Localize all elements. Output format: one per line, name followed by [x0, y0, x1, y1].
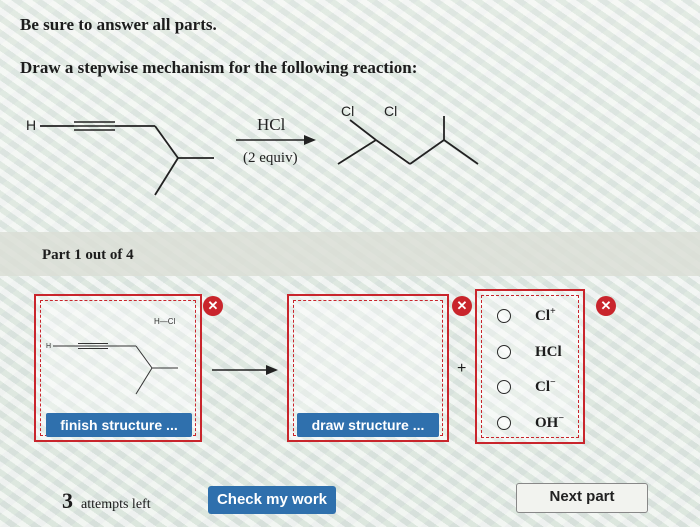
start-h-label: H: [26, 117, 36, 133]
draw-structure-button[interactable]: draw structure ...: [297, 413, 439, 437]
radio-icon[interactable]: [497, 309, 511, 323]
option-label: Cl−: [535, 377, 556, 395]
close-icon[interactable]: ✕: [452, 296, 472, 316]
close-icon[interactable]: ✕: [596, 296, 616, 316]
instruction-draw-mechanism: Draw a stepwise mechanism for the follow…: [20, 58, 418, 77]
option-label: OH−: [535, 413, 565, 431]
option-label: HCl: [535, 344, 562, 360]
part-label: Part 1 out of 4: [42, 247, 134, 263]
equiv-label: (2 equiv): [243, 150, 298, 166]
finish-structure-button[interactable]: finish structure ...: [46, 413, 192, 437]
structure-box-1[interactable]: H—Cl H finish structure ...: [34, 294, 202, 442]
product-cl-label-1: Cl: [341, 103, 354, 119]
product-cl-label-2: Cl: [384, 103, 397, 119]
radio-icon[interactable]: [497, 416, 511, 430]
attempts-text: attempts left: [81, 497, 151, 512]
reaction-arrow-icon: [304, 135, 316, 145]
structure-box-2[interactable]: draw structure ...: [287, 294, 449, 442]
reaction-scheme: H HCl (2 equiv) Cl Cl: [26, 103, 479, 196]
hcl-label: H—Cl: [154, 317, 176, 326]
attempts-count: 3: [62, 488, 73, 513]
reagent-label: HCl: [257, 115, 286, 134]
structure-preview-1: H—Cl H: [46, 317, 178, 395]
plus-sign: +: [457, 360, 467, 377]
next-part-button[interactable]: Next part: [516, 483, 648, 513]
arrow-right-icon: [212, 365, 278, 375]
close-icon[interactable]: ✕: [203, 296, 223, 316]
option-label: Cl+: [535, 306, 556, 324]
radio-icon[interactable]: [497, 380, 511, 394]
attempts-left: 3 attempts left: [62, 488, 151, 514]
radio-icon[interactable]: [497, 345, 511, 359]
preview-h-label: H: [46, 343, 51, 350]
reagent-options-box: [475, 289, 585, 444]
instruction-answer-all: Be sure to answer all parts.: [20, 15, 217, 34]
check-my-work-button[interactable]: Check my work: [208, 486, 336, 514]
